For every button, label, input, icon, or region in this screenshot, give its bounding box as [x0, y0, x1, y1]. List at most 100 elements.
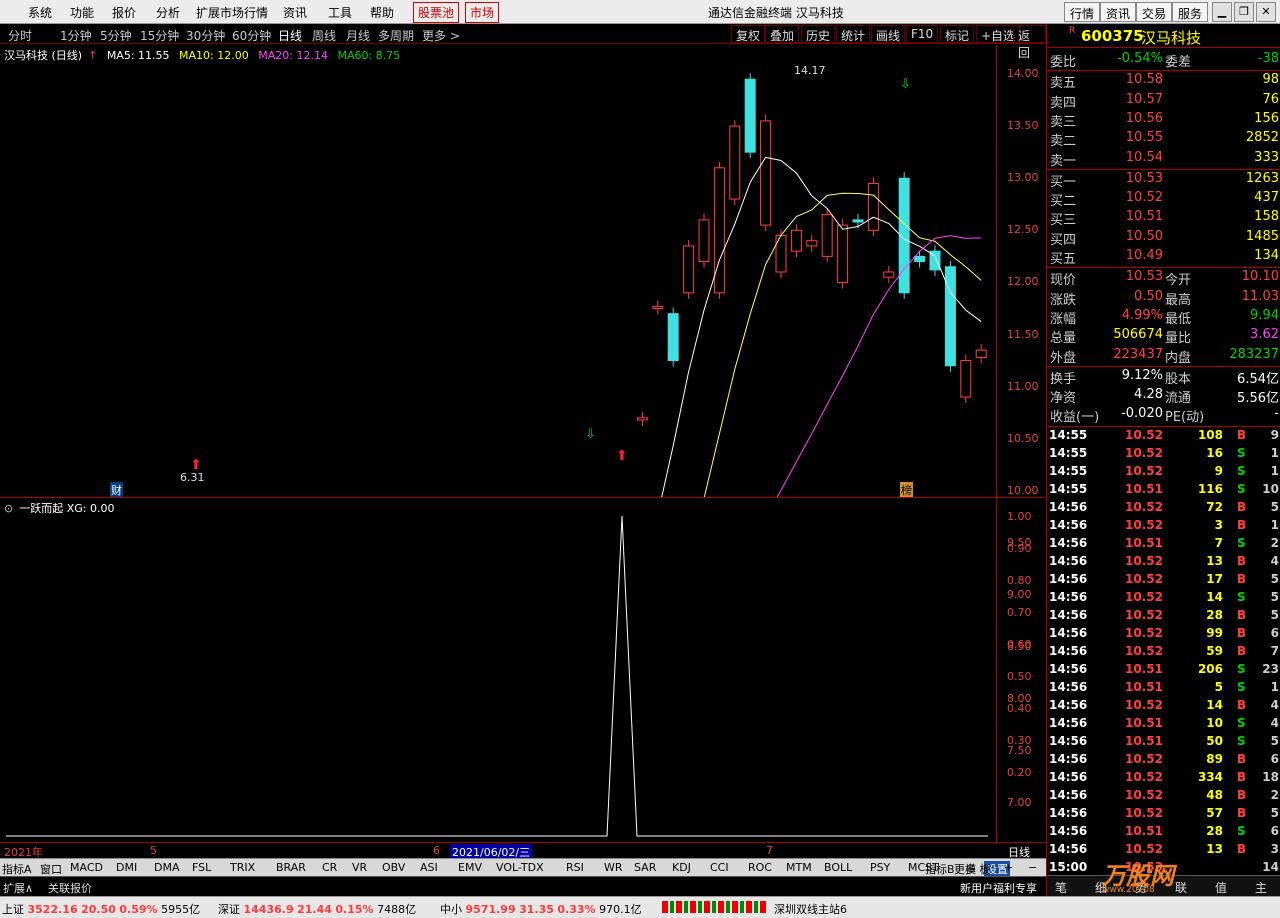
period-tab-5min[interactable]: 5分钟: [100, 27, 132, 44]
indicator-panel[interactable]: ⊙ 一跃而起 XG: 0.00 1.00 0.90 0.80 0.70 0.60 0.50 0…: [0, 497, 1046, 842]
indicator-tab[interactable]: RSI: [566, 861, 584, 874]
period-tab-timeshare[interactable]: 分时: [8, 27, 32, 44]
period-tab-60min[interactable]: 60分钟: [232, 27, 271, 44]
candle[interactable]: [729, 125, 741, 200]
stock-pool-button[interactable]: 股票池: [413, 2, 460, 23]
menu-item-tools[interactable]: 工具: [328, 4, 352, 21]
period-tab-15min[interactable]: 15分钟: [140, 27, 179, 44]
market-button[interactable]: 市场: [465, 2, 500, 23]
indicator-tab[interactable]: MACD: [70, 861, 103, 874]
menu-item-function[interactable]: 功能: [70, 4, 94, 21]
candle[interactable]: [883, 271, 895, 278]
menu-item-analysis[interactable]: 分析: [156, 4, 180, 21]
close-icon[interactable]: ✕: [1256, 2, 1276, 22]
candle[interactable]: [652, 305, 664, 309]
period-tab-30min[interactable]: 30分钟: [186, 27, 225, 44]
candle[interactable]: [744, 78, 756, 153]
indicator-tab[interactable]: FSL: [192, 861, 211, 874]
indicator-right-tab[interactable]: −: [1028, 861, 1037, 874]
tool-f10-button[interactable]: F10: [906, 25, 939, 43]
indicator-tab[interactable]: CCI: [710, 861, 729, 874]
menu-item-help[interactable]: 帮助: [370, 4, 394, 21]
candle[interactable]: [975, 349, 987, 358]
restore-icon[interactable]: ❐: [1234, 2, 1254, 22]
candle[interactable]: [683, 245, 695, 294]
candle[interactable]: [698, 219, 710, 263]
indicator-chart[interactable]: [0, 498, 996, 843]
candle[interactable]: [914, 255, 926, 263]
candle[interactable]: [944, 266, 956, 367]
indicator-tab[interactable]: ROC: [748, 861, 772, 874]
indicator-tab[interactable]: ASI: [420, 861, 438, 874]
minimize-icon[interactable]: ▁: [1212, 2, 1232, 22]
indicator-tab[interactable]: BOLL: [824, 861, 852, 874]
candle[interactable]: [790, 229, 802, 252]
tool-mark-button[interactable]: 标记: [940, 25, 975, 43]
tool-overlay-button[interactable]: 叠加: [765, 25, 800, 43]
indicator-right-tab[interactable]: 模 板: [965, 861, 991, 877]
candle[interactable]: [867, 182, 879, 231]
tick-row: 14:56 10.52 28 B 5: [1047, 607, 1280, 625]
tool-draw-button[interactable]: 画线: [871, 25, 906, 43]
menu-item-info[interactable]: 资讯: [283, 4, 307, 21]
candle[interactable]: [667, 313, 679, 362]
candle[interactable]: [713, 167, 725, 294]
indicator-tab[interactable]: EMV: [458, 861, 482, 874]
candle[interactable]: [821, 214, 833, 257]
indicator-tab[interactable]: PSY: [870, 861, 890, 874]
tick-side: S: [1237, 481, 1246, 496]
tool-stats-button[interactable]: 统计: [836, 25, 871, 43]
related-quote-tab[interactable]: 关联报价: [48, 880, 92, 896]
indicator-tab[interactable]: WR: [604, 861, 623, 874]
indicator-tab[interactable]: OBV: [382, 861, 405, 874]
candle[interactable]: [852, 219, 864, 223]
indicator-right-tab[interactable]: +: [1004, 861, 1013, 874]
indicator-tab[interactable]: VOL-TDX: [496, 861, 544, 874]
tool-history-button[interactable]: 历史: [801, 25, 836, 43]
menu-item-quote[interactable]: 报价: [112, 4, 136, 21]
tick-side: B: [1237, 625, 1247, 640]
finance-marker[interactable]: 财: [110, 482, 123, 498]
period-tab-more[interactable]: 更多 >: [422, 27, 460, 44]
indicator-tab[interactable]: SAR: [634, 861, 656, 874]
indicator-tab[interactable]: BRAR: [276, 861, 306, 874]
indicator-tab[interactable]: CR: [322, 861, 337, 874]
candle[interactable]: [806, 240, 818, 247]
indicator-tab[interactable]: DMI: [116, 861, 137, 874]
server-name[interactable]: 深圳双线主站6: [774, 901, 847, 917]
candle[interactable]: [837, 224, 849, 283]
indicator-tab[interactable]: 窗口: [40, 861, 62, 877]
indicator-tab[interactable]: 指标A: [2, 861, 32, 877]
rank-marker[interactable]: 榜: [900, 482, 913, 498]
ext-toggle-button[interactable]: 扩展∧: [3, 880, 33, 896]
period-tab-weekly[interactable]: 周线: [312, 27, 336, 44]
indicator-tab[interactable]: DMA: [154, 861, 180, 874]
tick-price: 10.52: [1125, 571, 1163, 586]
period-tab-multi[interactable]: 多周期: [378, 27, 414, 44]
candle[interactable]: [636, 417, 648, 421]
menu-item-ext-market[interactable]: 扩展市场行情: [196, 4, 268, 21]
right-tab[interactable]: 笔: [1055, 879, 1067, 896]
period-tab-1min[interactable]: 1分钟: [60, 27, 92, 44]
indicator-tab[interactable]: MTM: [786, 861, 812, 874]
tick-price: 10.51: [1125, 823, 1163, 838]
indicator-tab[interactable]: VR: [352, 861, 367, 874]
menu-item-system[interactable]: 系统: [28, 4, 52, 21]
price-chart-panel[interactable]: 汉马科技 (日线) ↑ MA5: 11.55 MA10: 12.00 MA20: …: [0, 45, 1046, 809]
candle[interactable]: [960, 360, 972, 398]
quote-button[interactable]: 行情: [1064, 2, 1101, 22]
indicator-right-tab[interactable]: 指标B: [925, 861, 955, 877]
period-tab-monthly[interactable]: 月线: [346, 27, 370, 44]
indicator-tab[interactable]: KDJ: [672, 861, 691, 874]
candlestick-chart[interactable]: ⬆⬆⇩⇩: [0, 45, 996, 497]
tool-adjust-button[interactable]: 复权: [731, 25, 766, 43]
promo-link[interactable]: 新用户福利专享: [960, 880, 1037, 896]
info-button[interactable]: 资讯: [1100, 2, 1137, 22]
indicator-tab[interactable]: TRIX: [230, 861, 255, 874]
candle[interactable]: [760, 120, 772, 226]
service-button[interactable]: 服务: [1172, 2, 1209, 22]
tool-back-button[interactable]: 返回: [1013, 25, 1046, 60]
trade-button[interactable]: 交易: [1136, 2, 1173, 22]
period-tab-daily[interactable]: 日线: [278, 27, 302, 44]
stat-row: 收益(一) -0.020 PE(动) -: [1047, 405, 1280, 425]
